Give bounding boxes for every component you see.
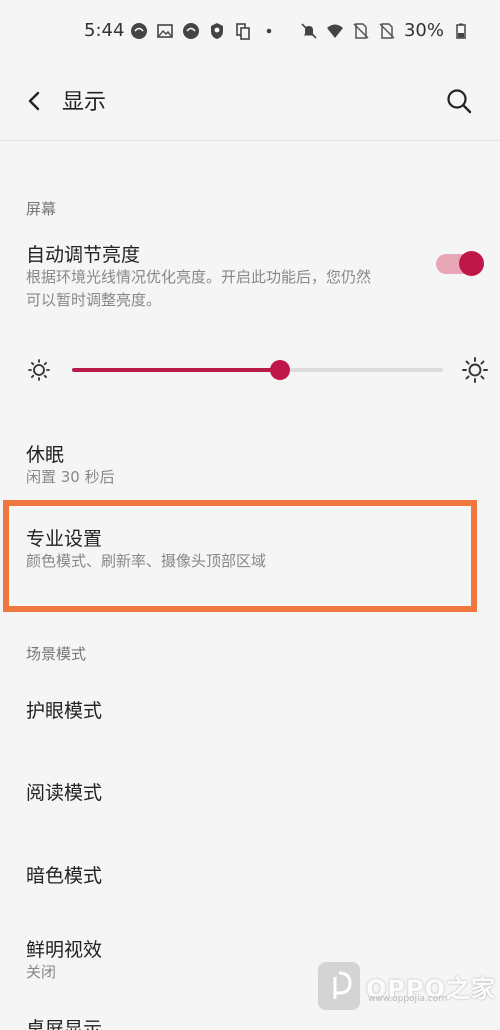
brightness-high-icon [462, 357, 488, 383]
desktop-display-title: 桌屏显示 [26, 1018, 103, 1030]
wifi-icon [326, 24, 343, 38]
reading-mode-title: 阅读模式 [26, 782, 103, 804]
pro-settings-item[interactable]: 专业设置 颜色模式、刷新率、摄像头顶部区域 [0, 518, 500, 580]
status-time: 5:44 [84, 20, 125, 41]
vivid-effect-subtitle: 关闭 [26, 963, 57, 981]
eye-care-title: 护眼模式 [26, 700, 103, 722]
no-sim-icon-2 [379, 22, 395, 39]
dark-mode-item[interactable]: 暗色模式 [0, 855, 500, 905]
brightness-slider-thumb[interactable] [269, 360, 290, 380]
battery-icon [456, 23, 466, 39]
watermark: OPPO之家 www.oppojia.com [318, 962, 496, 1010]
mute-bell-icon [301, 22, 317, 39]
vivid-effect-title: 鲜明视效 [26, 939, 103, 961]
brightness-slider-row [0, 350, 500, 390]
pro-settings-subtitle: 颜色模式、刷新率、摄像头顶部区域 [26, 552, 267, 570]
more-dot-icon [266, 28, 272, 34]
no-sim-icon [353, 22, 369, 39]
notification-app-icon-2 [183, 23, 199, 39]
shield-notification-icon [211, 23, 223, 39]
auto-brightness-toggle[interactable] [436, 251, 484, 276]
section-header-scene: 场景模式 [26, 645, 87, 663]
battery-percent: 30% [403, 20, 444, 41]
search-button[interactable] [444, 86, 474, 116]
back-arrow-icon [28, 91, 40, 111]
page-title: 显示 [62, 90, 107, 115]
desktop-display-item[interactable]: 桌屏显示 [0, 1008, 500, 1030]
system-icons: 30% [300, 20, 470, 41]
brightness-low-icon [28, 359, 50, 381]
reading-mode-item[interactable]: 阅读模式 [0, 772, 500, 822]
notification-icons [130, 22, 278, 40]
status-bar: 5:44 30% [0, 0, 500, 64]
brightness-slider[interactable] [72, 360, 443, 380]
pro-settings-title: 专业设置 [26, 528, 103, 550]
auto-brightness-subtitle-line1: 根据环境光线情况优化亮度。开启此功能后，您仍然 [26, 268, 372, 286]
toggle-knob [459, 251, 484, 276]
eye-care-item[interactable]: 护眼模式 [0, 690, 500, 740]
auto-brightness-item[interactable]: 自动调节亮度 根据环境光线情况优化亮度。开启此功能后，您仍然 可以暂时调整亮度。 [0, 236, 500, 320]
dark-mode-title: 暗色模式 [26, 865, 103, 887]
watermark-url: www.oppojia.com [368, 994, 448, 1004]
watermark-logo-icon [318, 962, 360, 1010]
copy-icon [236, 23, 250, 40]
brightness-slider-fill [72, 368, 280, 372]
sleep-item[interactable]: 休眠 闲置 30 秒后 [0, 434, 500, 494]
auto-brightness-subtitle-line2: 可以暂时调整亮度。 [26, 291, 162, 309]
app-bar: 显示 [0, 64, 500, 141]
image-icon [157, 24, 173, 38]
search-icon [447, 89, 472, 114]
notification-app-icon [131, 23, 147, 39]
sleep-title: 休眠 [26, 444, 65, 466]
back-button[interactable] [20, 86, 50, 116]
auto-brightness-title: 自动调节亮度 [26, 244, 141, 266]
sleep-subtitle: 闲置 30 秒后 [26, 468, 115, 486]
section-header-screen: 屏幕 [26, 200, 57, 218]
